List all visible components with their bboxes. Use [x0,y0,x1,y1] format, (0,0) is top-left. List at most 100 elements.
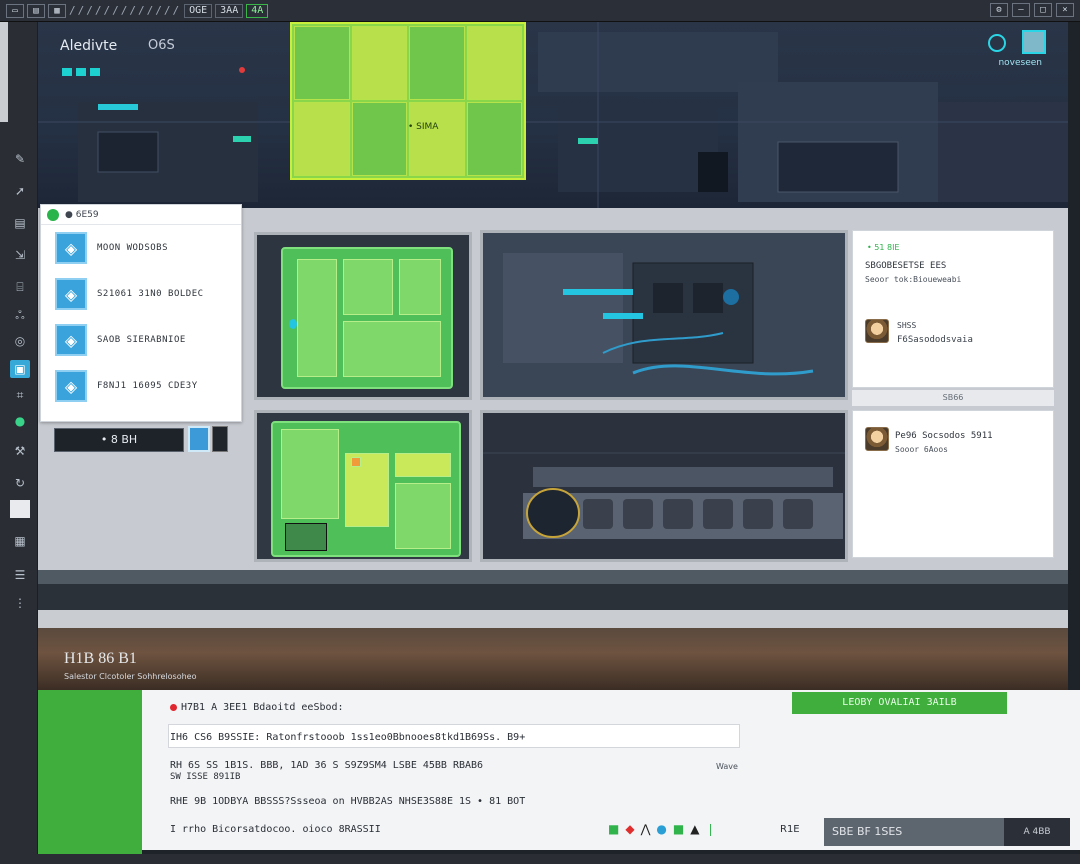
machine-illustration [503,253,833,376]
image-tool-icon[interactable]: ▣ [10,360,30,378]
expand-button[interactable] [212,426,228,452]
preview-panel-3[interactable] [254,410,472,562]
details-input-value: IH6 CS6 B9SSIE: Ratonfrstooob 1ss1eo0Bbn… [170,732,526,743]
selection-cell [294,26,350,100]
cyan-strip [603,313,643,319]
status-dot-icon [47,208,59,221]
selection-cell [409,26,465,100]
maximize-icon[interactable]: □ [1034,3,1052,17]
details-row: RHE 9B 1ODBYA BBSSS?Ssseoa on HVBB2AS NH… [170,796,526,807]
hero-right-label: noveseen [998,58,1042,68]
green-square-icon[interactable]: ■ [608,822,619,836]
more-icon[interactable]: ⋮ [10,594,30,612]
grid-small-icon[interactable]: ▦ [10,532,30,550]
user-handle: F6Sasododsvaia [897,335,973,345]
project-list-item[interactable]: ◈ S21061 31N0 BOLDEC [41,271,241,317]
left-rail: ✎ ➚ ▤ ⇲ ⌸ ஃ ◎ ▣ ⌗ ● ⚒ ↻ ▦ ☰ ⋮ [0,22,38,864]
green-square-icon[interactable]: ■ [673,822,684,836]
arrow-icon[interactable]: ⇲ [10,246,30,264]
layers-icon[interactable]: ▤ [10,214,30,232]
toolbar-label: R1E [780,824,800,835]
circle-icon[interactable]: ◎ [10,332,30,350]
project-list-title: ● 6E59 [65,209,99,220]
city-backdrop [38,22,1068,208]
cube-icon: ◈ [55,232,87,264]
layout-tile [297,259,337,377]
layout-button[interactable]: ▤ [27,3,45,18]
pin-icon[interactable]: ✎ [10,150,30,168]
chat-icon[interactable]: ● [10,412,30,430]
details-row: SW ISSE 891IB [170,772,241,782]
divider-strip [38,570,1068,584]
highlight-selection[interactable] [290,22,526,180]
profile-card[interactable]: • 51 8IE SBGOBESETSE EES Seoor tok:Bioue… [852,230,1054,388]
card-title: SBGOBESETSE EES [865,261,947,271]
preview-panel-4[interactable] [480,410,848,562]
details-heading: H7B1 A 3EE1 Bdaoitd eeSbod: [181,702,344,713]
tag-icon[interactable]: ⌗ [10,386,30,404]
cyan-strip [563,289,633,295]
accent-sidebar [38,690,142,854]
status-end-label: A 4BB [1004,818,1070,846]
indicator-1 [62,68,72,76]
project-list-item[interactable]: ◈ F8NJ1 16095 CDE3Y [41,363,241,409]
tools-icon[interactable]: ⚒ [10,442,30,460]
leaf-icon[interactable]: ❘ [705,822,715,836]
hero-action-button[interactable] [1022,30,1046,54]
comment-meta: Sooor 6Aoos [895,445,948,454]
app-window: ▭ ▤ ▦ ///////////// OGE 3AA 4A ⚙ – □ × ✎… [0,0,1080,864]
details-row: RH 6S SS 1B1S. BBB, 1AD 36 S S9Z9SM4 LSB… [170,760,484,771]
settings-icon[interactable]: ⚙ [990,3,1008,17]
window-menu-button[interactable]: ▭ [6,3,24,18]
comment-card[interactable]: Pe96 Socsodos 5911 Sooor 6Aoos [852,410,1054,558]
divider-strip [38,610,1068,628]
section-separator-label: SB66 [852,390,1054,406]
project-item-label: S21061 31N0 BOLDEC [97,289,204,299]
blank-tile-icon[interactable] [10,500,30,518]
tablet-mockup [281,247,453,389]
layout-tile [395,453,451,477]
selection-cell [294,102,350,176]
status-field[interactable]: SBE BF 1SES [824,818,1004,846]
rail-highlight [0,22,8,122]
toolbar-tab-1[interactable]: OGE [184,3,213,18]
landscape-banner: H1B 86 B1 Salestor Clcotoler Sohhrelosoh… [38,628,1068,690]
selection-cell [409,102,465,176]
paint-icon[interactable]: ஃ [10,306,30,324]
status-ring-icon[interactable] [988,34,1006,52]
primary-action-button[interactable]: LEOBY OVALIAI 3AILB [792,692,1007,714]
layout-tile [399,259,441,315]
status-dot-icon [170,703,177,711]
close-icon[interactable]: × [1056,3,1074,17]
preview-panel-1[interactable] [254,232,472,400]
preview-panel-2[interactable] [480,230,848,400]
thumbnail-strip [38,584,1068,610]
hero-subtitle: O6S [148,38,175,53]
layout-tile [395,483,451,549]
triangle-icon[interactable]: ▲ [690,822,699,836]
banner-subtitle: Salestor Clcotoler Sohhrelosoheo [64,672,197,681]
cursor-icon[interactable]: ➚ [10,182,30,200]
avatar [865,427,889,451]
card-tag: • 51 8IE [867,243,900,252]
format-toolbar: ■ ◆ ⋀ ● ■ ▲ ❘ [608,822,716,836]
action-button[interactable]: • 8 BH [54,428,184,452]
stack-icon[interactable]: ☰ [10,566,30,584]
layout-tile [281,429,339,519]
chevron-icon[interactable]: ⋀ [641,822,651,836]
toolbar-tab-2[interactable]: 3AA [215,3,244,18]
hero-title: Aledivte [60,38,118,54]
bottom-frame [0,854,1080,864]
project-list-card: ● 6E59 ◈ MOON WODSOBS ◈ S21061 31N0 BOLD… [40,204,242,422]
project-list-item[interactable]: ◈ SAOB SIERABNIOE [41,317,241,363]
frame-icon[interactable]: ⌸ [10,278,30,296]
image-picker-button[interactable] [188,426,210,452]
toolbar-status-tag[interactable]: 4A [246,3,269,18]
project-list-item[interactable]: ◈ MOON WODSOBS [41,225,241,271]
refresh-icon[interactable]: ↻ [10,474,30,492]
grid-button[interactable]: ▦ [48,3,66,18]
minimize-icon[interactable]: – [1012,3,1030,17]
red-diamond-icon[interactable]: ◆ [625,822,634,836]
drop-icon[interactable]: ● [656,822,666,836]
camera-dot [289,319,297,329]
